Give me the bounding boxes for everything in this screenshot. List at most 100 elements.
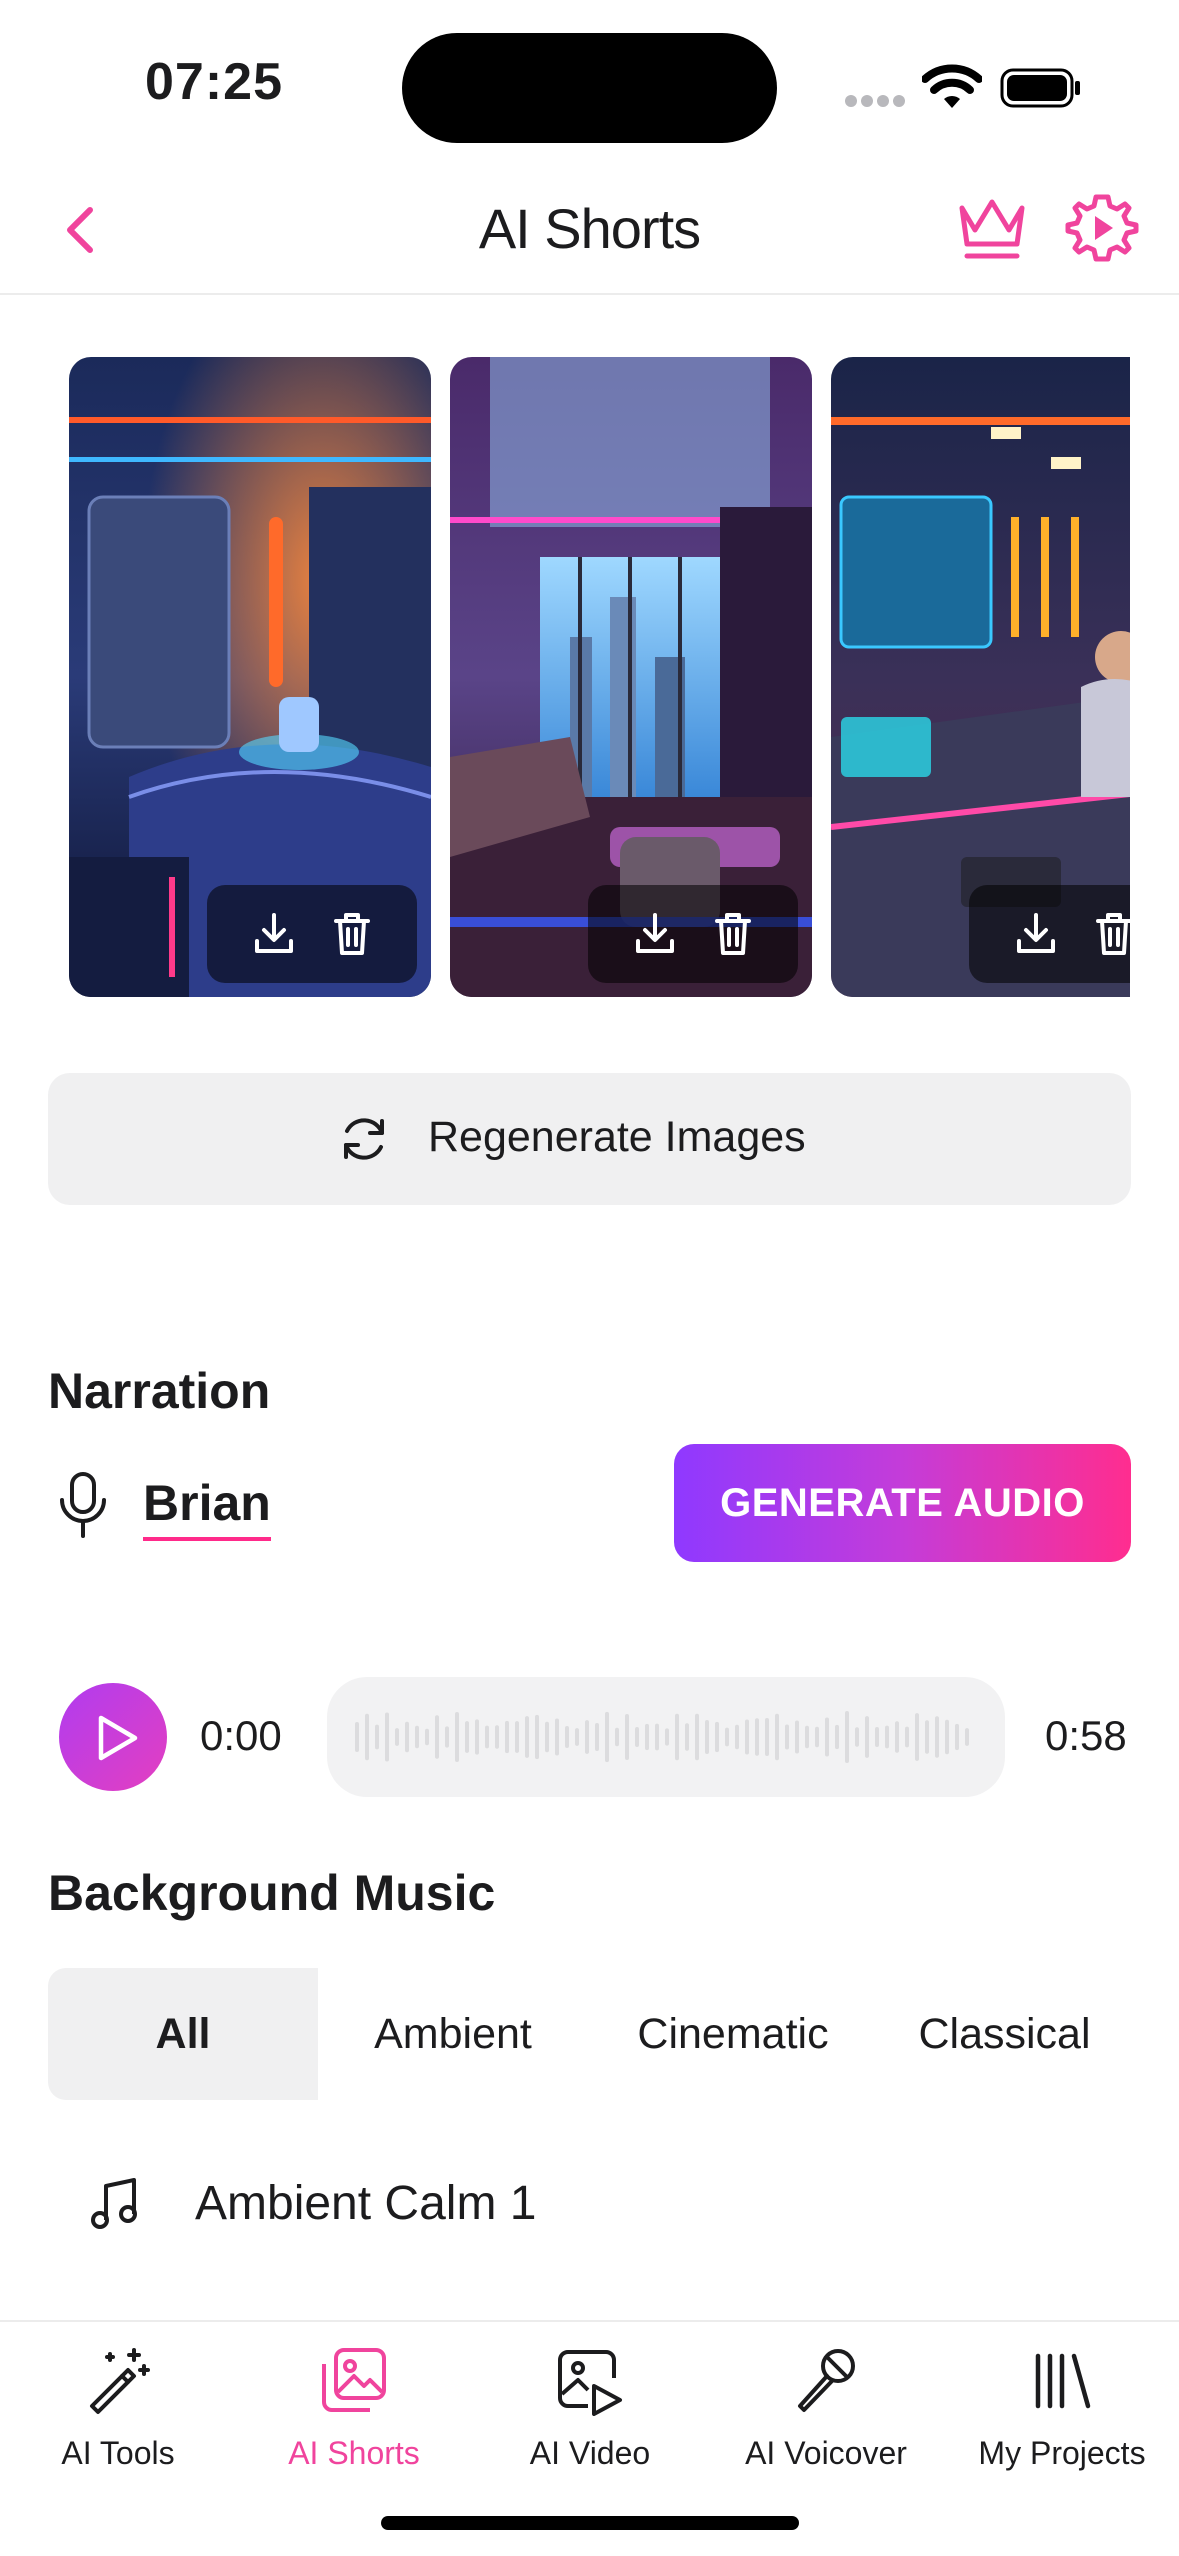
microphone-icon [798, 2349, 855, 2412]
waveform-bar [455, 1712, 459, 1762]
waveform-bar [805, 1725, 809, 1749]
voice-selector[interactable]: Brian [143, 1476, 271, 1541]
waveform-bar [605, 1711, 609, 1763]
waveform-bar [535, 1714, 539, 1760]
narration-title: Narration [48, 1363, 271, 1419]
waveform-bar [955, 1723, 959, 1751]
waveform-bar [745, 1719, 749, 1755]
waveform-bar [915, 1713, 919, 1761]
waveform-bar [875, 1727, 879, 1747]
waveform-bar [855, 1727, 859, 1747]
waveform-bar [925, 1720, 929, 1754]
image-actions [207, 885, 417, 983]
trash-icon[interactable] [1089, 909, 1130, 959]
track-name: Ambient Calm 1 [195, 2177, 537, 2230]
crown-icon[interactable] [955, 194, 1029, 262]
waveform-bar [395, 1728, 399, 1746]
status-bar: 07:25 [0, 0, 1179, 170]
status-time: 07:25 [145, 53, 283, 111]
app-header: AI Shorts [0, 170, 1179, 295]
refresh-icon [344, 1118, 384, 1160]
video-image-icon [558, 2350, 622, 2416]
waveform-bar [735, 1724, 739, 1750]
waveform-bar [515, 1721, 519, 1753]
waveform-bar [755, 1718, 759, 1756]
tab-label: AI Voicover [745, 2435, 907, 2471]
download-icon[interactable] [630, 909, 680, 959]
waveform-bar [435, 1715, 439, 1759]
generated-image-card[interactable] [831, 357, 1130, 997]
waveform-bar [655, 1723, 659, 1751]
waveform-bar [945, 1719, 949, 1755]
image-carousel[interactable] [0, 355, 1130, 1000]
waveform-bar [385, 1712, 389, 1762]
play-button[interactable] [59, 1683, 167, 1791]
waveform-bar [475, 1719, 479, 1755]
waveform-bar [565, 1725, 569, 1749]
waveform-bar [705, 1719, 709, 1755]
download-icon[interactable] [249, 909, 299, 959]
tab-ai-video[interactable]: AI Video [472, 2322, 708, 2492]
waveform-bar [465, 1721, 469, 1753]
waveform-bar [615, 1727, 619, 1747]
image-actions [588, 885, 798, 983]
waveform-bar [575, 1728, 579, 1746]
waveform-bar [585, 1720, 589, 1754]
category-tab-all[interactable]: All [48, 1968, 318, 2100]
waveform-bar [625, 1713, 629, 1761]
waveform-bar [495, 1725, 499, 1749]
waveform-bar [365, 1713, 369, 1761]
tab-label: AI Video [529, 2435, 651, 2471]
music-track-row[interactable]: Ambient Calm 1 [48, 2150, 1131, 2260]
tab-ai-voiceover[interactable]: AI Voicover [708, 2322, 944, 2492]
waveform-bar [545, 1721, 549, 1753]
category-tab-classical[interactable]: Classical [878, 1968, 1131, 2100]
waveform-bar [425, 1728, 429, 1746]
waveform-bar [725, 1727, 729, 1747]
download-icon[interactable] [1011, 909, 1061, 959]
waveform-bar [885, 1725, 889, 1749]
image-actions [969, 885, 1130, 983]
waveform-bar [715, 1721, 719, 1753]
category-tab-cinematic[interactable]: Cinematic [588, 1968, 878, 2100]
generate-audio-button[interactable]: GENERATE AUDIO [674, 1444, 1131, 1562]
waveform-bar [695, 1713, 699, 1761]
waveform-bar [835, 1724, 839, 1750]
trash-icon[interactable] [327, 909, 377, 959]
dynamic-island [402, 33, 777, 143]
tab-label: AI Tools [61, 2435, 175, 2471]
microphone-icon [60, 1472, 106, 1538]
waveform-bar [415, 1725, 419, 1749]
waveform-bar [445, 1726, 449, 1748]
library-icon [1035, 2353, 1091, 2409]
category-tab-ambient[interactable]: Ambient [318, 1968, 588, 2100]
tab-ai-shorts[interactable]: AI Shorts [236, 2322, 472, 2492]
music-category-tabs: All Ambient Cinematic Classical [48, 1968, 1131, 2100]
waveform-bar [525, 1716, 529, 1758]
trash-icon[interactable] [708, 909, 758, 959]
waveform-bar [965, 1728, 969, 1746]
tab-ai-tools[interactable]: AI Tools [0, 2322, 236, 2492]
generated-image-card[interactable] [69, 357, 431, 997]
waveform-bar [505, 1720, 509, 1754]
waveform-bar [555, 1718, 559, 1756]
regenerate-label: Regenerate Images [428, 1113, 806, 1161]
waveform-bar [895, 1721, 899, 1753]
waveform-bar [775, 1713, 779, 1761]
audio-waveform[interactable] [327, 1677, 1005, 1797]
waveform-bar [865, 1716, 869, 1758]
waveform-bar [825, 1717, 829, 1757]
image-gallery-icon [322, 2348, 386, 2412]
waveform-bar [675, 1713, 679, 1761]
waveform-bar [905, 1726, 909, 1748]
gear-icon[interactable] [1065, 192, 1139, 266]
background-music-title: Background Music [48, 1865, 496, 1921]
waveform-bar [815, 1726, 819, 1748]
waveform-bar [485, 1725, 489, 1749]
regenerate-images-button[interactable]: Regenerate Images [48, 1073, 1131, 1205]
waveform-bar [645, 1723, 649, 1751]
waveform-bar [845, 1711, 849, 1763]
tab-label: My Projects [978, 2435, 1146, 2471]
tab-my-projects[interactable]: My Projects [944, 2322, 1179, 2492]
generated-image-card[interactable] [450, 357, 812, 997]
